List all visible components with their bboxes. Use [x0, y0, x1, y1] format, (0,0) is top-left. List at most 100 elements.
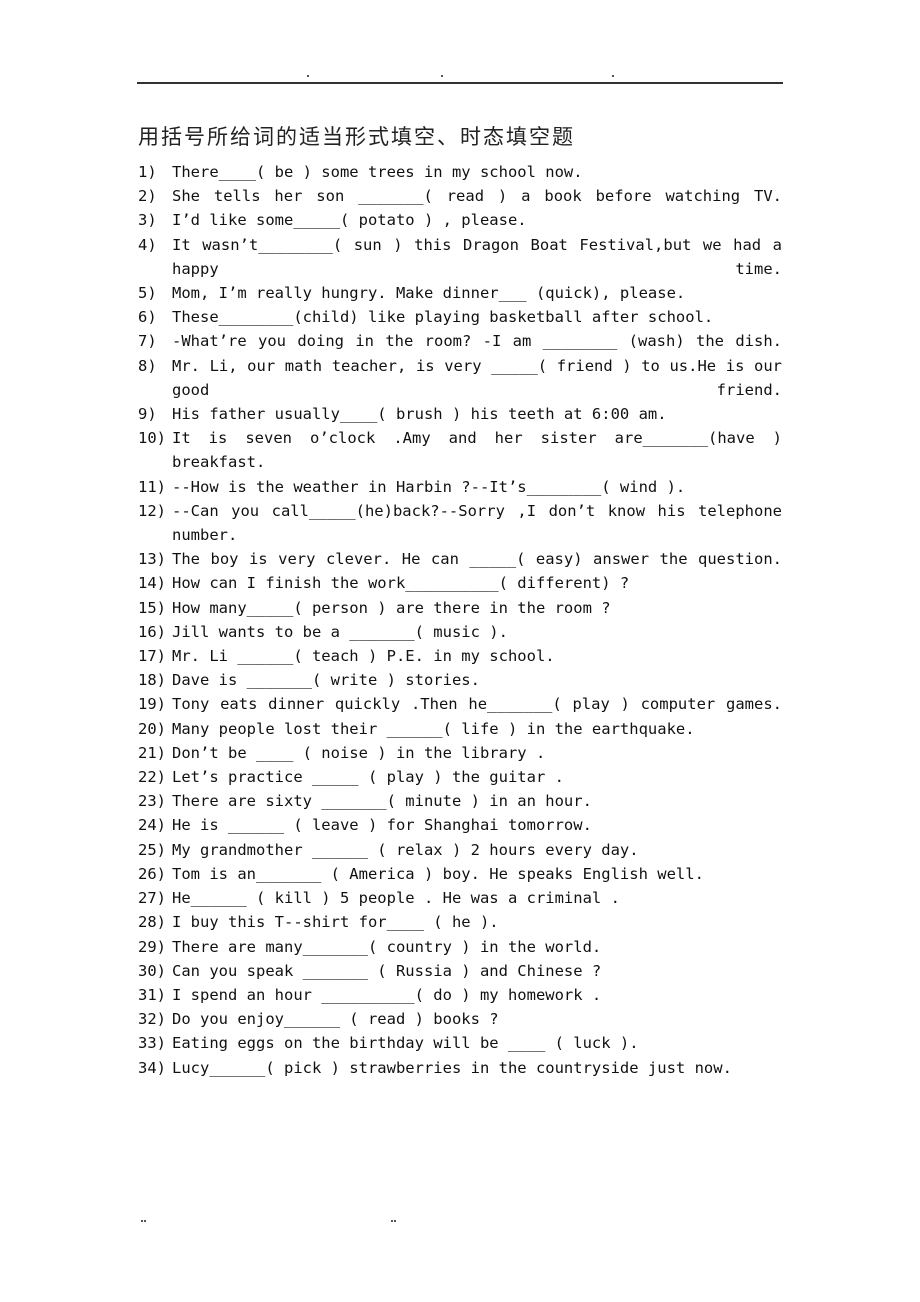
item-text: There____( be ) some trees in my school … [172, 163, 583, 181]
item-number: 25) [138, 840, 166, 859]
footer-mark [391, 1220, 393, 1222]
item-text: The boy is very clever. He can _____( ea… [172, 550, 782, 569]
item-number: 13) [138, 550, 166, 569]
header-dot [441, 75, 443, 77]
item-text: Jill wants to be a _______( music ). [172, 622, 508, 641]
item-text: --How is the weather in Harbin ?--It’s__… [172, 477, 686, 496]
item-number: 9) [138, 405, 157, 424]
item-number: 15) [138, 598, 166, 617]
exercise-item: 30) Can you speak _______ ( Russia ) and … [138, 959, 782, 983]
item-text: Dave is _______( write ) stories. [172, 671, 480, 690]
exercise-item: 33) Eating eggs on the birthday will be _… [138, 1031, 782, 1055]
item-number: 30) [138, 961, 166, 980]
item-text: Don’t be ____ ( noise ) in the library . [172, 743, 546, 762]
item-text: Eating eggs on the birthday will be ____… [172, 1034, 639, 1053]
exercise-item: 17) Mr. Li ______( teach ) P.E. in my sch… [138, 644, 782, 668]
exercise-item: 3) I’d like some_____( potato ) , please. [138, 208, 782, 232]
exercise-item: 5) Mom, I’m really hungry. Make dinner___… [138, 281, 782, 305]
item-text: -What’re you doing in the room? -I am __… [172, 332, 782, 351]
item-number: 31) [138, 985, 166, 1004]
exercise-item: 29) There are many_______( country ) in t… [138, 935, 782, 959]
exercise-item: 15) How many_____( person ) are there in … [138, 596, 782, 620]
item-number: 28) [138, 913, 166, 932]
exercise-item: 21) Don’t be ____ ( noise ) in the librar… [138, 741, 782, 765]
exercise-item: 26) Tom is an_______ ( America ) boy. He … [138, 862, 782, 886]
header-rule [137, 82, 783, 84]
item-number: 12) [138, 501, 166, 520]
exercise-item: 27) He______ ( kill ) 5 people . He was a… [138, 886, 782, 910]
exercise-item: 8) Mr. Li, our math teacher, is very ____… [138, 354, 782, 402]
exercise-item: 25) My grandmother ______ ( relax ) 2 hou… [138, 838, 782, 862]
item-number: 5) [138, 284, 157, 303]
item-number: 22) [138, 768, 166, 787]
exercise-item: 10) It is seven o’clock .Amy and her sist… [138, 426, 782, 474]
item-number: 3) [138, 211, 157, 230]
item-number: 20) [138, 719, 166, 738]
exercise-item: 14) How can I finish the work__________( … [138, 571, 782, 595]
item-text: Can you speak _______ ( Russia ) and Chi… [172, 961, 602, 980]
item-text: Mom, I’m really hungry. Make dinner___ (… [172, 284, 686, 303]
exercise-item: 19) Tony eats dinner quickly .Then he____… [138, 692, 782, 716]
exercise-item: 7) -What’re you doing in the room? -I am … [138, 329, 782, 353]
exercise-item: 34) Lucy______( pick ) strawberries in th… [138, 1056, 782, 1080]
item-text: Many people lost their ______( life ) in… [172, 719, 695, 738]
item-text: Mr. Li, our math teacher, is very _____(… [172, 356, 782, 399]
exercise-item: 22) Let’s practice _____ ( play ) the gui… [138, 765, 782, 789]
header-dot [307, 75, 309, 77]
item-text: There are many_______( country ) in the … [172, 937, 602, 956]
exercise-item: 2) She tells her son _______( read ) a bo… [138, 184, 782, 208]
item-number: 10) [138, 429, 166, 448]
item-number: 4) [138, 235, 157, 254]
item-number: 23) [138, 792, 166, 811]
item-text: Lucy______( pick ) strawberries in the c… [172, 1058, 732, 1077]
item-text: --Can you call_____(he)back?--Sorry ,I d… [172, 501, 782, 545]
worksheet-title: 用括号所给词的适当形式填空、时态填空题 [138, 125, 575, 149]
item-text: Do you enjoy______ ( read ) books ? [172, 1010, 499, 1029]
item-number: 26) [138, 864, 166, 883]
header-dot [612, 75, 614, 77]
footer-mark [144, 1220, 146, 1222]
item-text: I spend an hour __________( do ) my home… [172, 985, 602, 1004]
exercise-item: 32) Do you enjoy______ ( read ) books ? [138, 1007, 782, 1031]
item-text: She tells her son _______( read ) a book… [172, 187, 782, 206]
item-text: My grandmother ______ ( relax ) 2 hours … [172, 840, 639, 859]
item-number: 18) [138, 671, 166, 690]
footer-mark [141, 1220, 143, 1222]
item-text: Tony eats dinner quickly .Then he_______… [172, 695, 782, 714]
item-text: Mr. Li ______( teach ) P.E. in my school… [172, 647, 555, 666]
exercise-item: 6) These________(child) like playing bask… [138, 305, 782, 329]
item-text: How can I finish the work__________( dif… [172, 574, 630, 593]
item-text: It wasn’t________( sun ) this Dragon Boa… [172, 235, 782, 278]
item-text: How many_____( person ) are there in the… [172, 598, 611, 617]
item-text: It is seven o’clock .Amy and her sister … [172, 429, 782, 472]
item-text: These________(child) like playing basket… [172, 308, 714, 327]
exercise-item: 18) Dave is _______( write ) stories. [138, 668, 782, 692]
item-number: 16) [138, 622, 166, 641]
exercise-item: 1) There____( be ) some trees in my schoo… [138, 160, 782, 184]
exercise-item: 23) There are sixty _______( minute ) in … [138, 789, 782, 813]
exercise-item: 16) Jill wants to be a _______( music ). [138, 620, 782, 644]
exercise-item: 11) --How is the weather in Harbin ?--It’… [138, 475, 782, 499]
item-number: 17) [138, 647, 166, 666]
exercise-item: 12) --Can you call_____(he)back?--Sorry ,… [138, 499, 782, 547]
exercise-item: 24) He is ______ ( leave ) for Shanghai t… [138, 813, 782, 837]
exercise-item: 13) The boy is very clever. He can _____(… [138, 547, 782, 571]
item-number: 21) [138, 743, 166, 762]
item-number: 11) [138, 477, 166, 496]
item-number: 6) [138, 308, 157, 327]
item-number: 8) [138, 356, 157, 375]
item-number: 14) [138, 574, 166, 593]
item-number: 33) [138, 1034, 166, 1053]
item-number: 19) [138, 695, 166, 714]
item-text: I buy this T--shirt for____ ( he ). [172, 913, 499, 932]
item-number: 24) [138, 816, 166, 835]
exercise-list: 1) There____( be ) some trees in my schoo… [138, 160, 782, 1080]
exercise-item: 31) I spend an hour __________( do ) my h… [138, 983, 782, 1007]
item-number: 29) [138, 937, 166, 956]
item-number: 32) [138, 1010, 166, 1029]
item-number: 34) [138, 1058, 166, 1077]
exercise-item: 9) His father usually____( brush ) his te… [138, 402, 782, 426]
item-number: 1) [138, 163, 157, 181]
item-text: Let’s practice _____ ( play ) the guitar… [172, 768, 564, 787]
item-text: I’d like some_____( potato ) , please. [172, 211, 527, 230]
